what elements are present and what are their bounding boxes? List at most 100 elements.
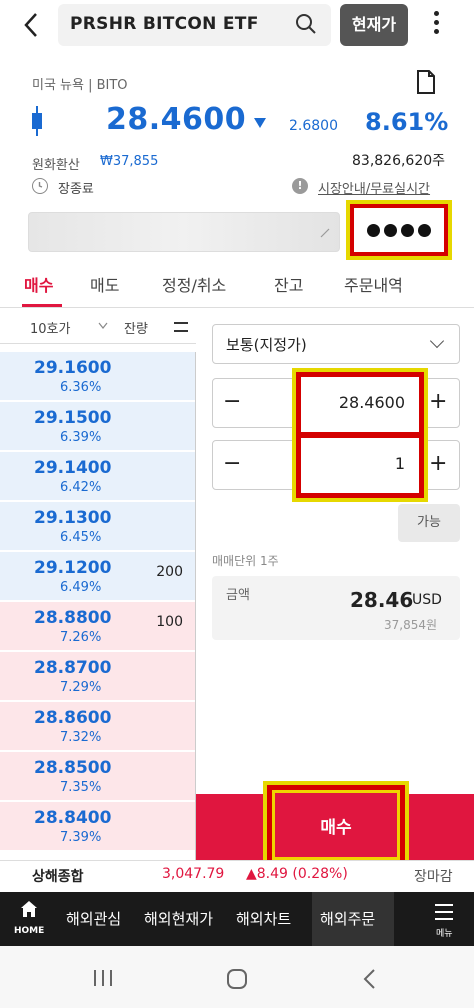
row-rate: 7.35%: [60, 780, 102, 795]
collapse-icon[interactable]: [174, 322, 188, 332]
minus-icon[interactable]: −: [223, 389, 241, 414]
top-bar: PRSHR BITCON ETF 현재가: [0, 0, 474, 56]
index-name: 상해종합: [32, 869, 84, 885]
more-options-icon[interactable]: [426, 8, 446, 42]
row-price: 29.1500: [34, 408, 112, 428]
row-qty: 200: [156, 564, 183, 580]
orderbook-qty-label: 잔량: [124, 322, 148, 337]
back-nav-icon[interactable]: [362, 968, 376, 990]
buy-button-highlight: 매수: [263, 781, 409, 869]
index-status: 장마감: [414, 869, 453, 885]
password-field[interactable]: [346, 200, 452, 260]
row-rate: 7.32%: [60, 730, 102, 745]
change-percent: 8.61%: [365, 108, 449, 136]
row-rate: 7.39%: [60, 830, 102, 845]
system-nav-bar: [0, 946, 474, 1008]
volume: 83,826,620주: [352, 153, 446, 169]
orderbook-ask-row[interactable]: 29.1500 6.39%: [0, 402, 195, 451]
chevron-down-icon: [98, 322, 108, 329]
info-icon[interactable]: !: [292, 178, 308, 194]
row-price: 28.8700: [34, 658, 112, 678]
home-circle-icon[interactable]: [226, 968, 248, 990]
row-price: 29.1300: [34, 508, 112, 528]
orderbook-bid-row[interactable]: 28.8800 7.26% 100: [0, 602, 195, 651]
nav-menu-label[interactable]: 메뉴: [436, 926, 453, 939]
tab-modify-cancel[interactable]: 정정/취소: [162, 272, 226, 296]
orderbook: 29.1600 6.36% 29.1500 6.39% 29.1400 6.42…: [0, 352, 196, 860]
orderbook-ask-row[interactable]: 29.1200 6.49% 200: [0, 552, 195, 601]
row-price: 28.8800: [34, 608, 112, 628]
amount-currency: USD: [412, 592, 442, 608]
row-rate: 6.36%: [60, 380, 102, 395]
account-select[interactable]: [28, 212, 340, 252]
orderbook-ask-row[interactable]: 29.1300 6.45%: [0, 502, 195, 551]
row-price: 29.1600: [34, 358, 112, 378]
quantity-input[interactable]: 1: [301, 438, 419, 493]
current-price: 28.4600: [106, 102, 247, 137]
fx-value: ₩37,855: [100, 154, 159, 169]
recent-apps-icon[interactable]: [92, 968, 114, 988]
nav-home-label[interactable]: HOME: [14, 926, 44, 936]
orderbook-bid-row[interactable]: 28.8500 7.35%: [0, 752, 195, 801]
index-change: ▲8.49 (0.28%): [246, 866, 348, 882]
plus-icon[interactable]: +: [429, 451, 447, 476]
current-price-button[interactable]: 현재가: [340, 4, 408, 46]
nav-item-watchlist[interactable]: 해외관심: [66, 908, 121, 929]
search-icon[interactable]: [294, 12, 318, 36]
tab-order-history[interactable]: 주문내역: [344, 272, 403, 296]
price-input[interactable]: 28.4600: [301, 377, 419, 432]
orderbook-levels-label[interactable]: 10호가: [30, 318, 70, 337]
nav-item-chart[interactable]: 해외차트: [236, 908, 291, 929]
price-input-value: 28.4600: [338, 393, 405, 412]
down-triangle-icon: [254, 118, 266, 128]
buy-button[interactable]: 매수: [272, 790, 400, 860]
candle-icon: [30, 106, 44, 136]
tab-buy[interactable]: 매수: [24, 272, 53, 296]
market-info: 미국 뉴욕 | BITO: [32, 78, 128, 93]
row-rate: 6.49%: [60, 580, 102, 595]
price-quantity-highlight: 28.4600 1: [292, 368, 428, 502]
clock-icon: [32, 178, 48, 194]
row-price: 28.8600: [34, 708, 112, 728]
orderbook-ask-row[interactable]: 29.1600 6.36%: [0, 352, 195, 401]
row-price: 29.1200: [34, 558, 112, 578]
active-tab-indicator: [22, 304, 62, 307]
document-icon[interactable]: [416, 70, 436, 94]
tab-balance[interactable]: 잔고: [274, 272, 303, 296]
row-rate: 7.29%: [60, 680, 102, 695]
home-icon[interactable]: [20, 900, 38, 918]
plus-icon[interactable]: +: [429, 389, 447, 414]
orderbook-bid-row[interactable]: 28.8600 7.32%: [0, 702, 195, 751]
row-rate: 7.26%: [60, 630, 102, 645]
orderbook-bid-row[interactable]: 28.8700 7.29%: [0, 652, 195, 701]
index-value: 3,047.79: [162, 866, 225, 882]
market-info-link[interactable]: 시장안내/무료실시간: [318, 178, 430, 197]
row-rate: 6.42%: [60, 480, 102, 495]
row-qty: 100: [156, 614, 183, 630]
market-status: 장종료: [58, 182, 94, 197]
nav-item-quote[interactable]: 해외현재가: [144, 908, 213, 929]
fx-label: 원화환산: [32, 158, 80, 173]
available-button[interactable]: 가능: [398, 504, 460, 542]
nav-item-order[interactable]: 해외주문: [320, 908, 375, 929]
stock-search-box[interactable]: PRSHR BITCON ETF: [58, 4, 331, 46]
stock-name: PRSHR BITCON ETF: [70, 14, 259, 34]
orderbook-ask-row[interactable]: 29.1400 6.42%: [0, 452, 195, 501]
price-change: 2.6800: [289, 118, 338, 134]
quantity-input-value: 1: [394, 454, 405, 473]
row-rate: 6.45%: [60, 530, 102, 545]
amount-value: 28.46: [350, 588, 414, 612]
row-price: 28.8500: [34, 758, 112, 778]
orderbook-bid-row[interactable]: 28.8400 7.39%: [0, 802, 195, 851]
password-dots: [354, 208, 444, 252]
back-icon[interactable]: [22, 10, 52, 40]
amount-label: 금액: [226, 588, 250, 603]
trading-unit: 매매단위 1주: [212, 554, 279, 568]
row-rate: 6.39%: [60, 430, 102, 445]
row-price: 28.8400: [34, 808, 112, 828]
order-type-value: 보통(지정가): [226, 336, 307, 354]
menu-icon[interactable]: [435, 904, 453, 920]
minus-icon[interactable]: −: [223, 451, 241, 476]
tab-sell[interactable]: 매도: [90, 272, 119, 296]
order-tabs: 매수 매도 정정/취소 잔고 주문내역: [0, 262, 474, 308]
